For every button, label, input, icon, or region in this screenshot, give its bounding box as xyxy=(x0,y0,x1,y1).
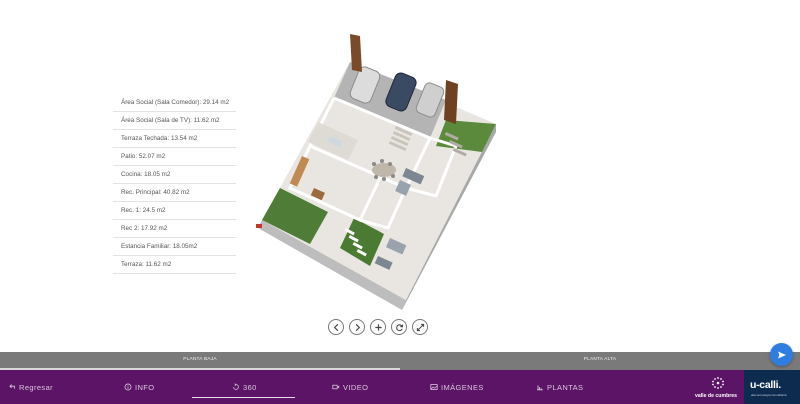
back-button[interactable]: Regresar xyxy=(8,370,53,404)
refresh-icon xyxy=(395,323,403,331)
nav-images[interactable]: IMÁGENES xyxy=(430,370,484,404)
rotate-right-button[interactable] xyxy=(349,319,365,335)
area-item: Terraza: 11.62 m2 xyxy=(113,256,236,274)
area-item: Rec. Principal: 40.82 m2 xyxy=(113,184,236,202)
nav-video-label: VIDEO xyxy=(343,382,369,392)
nav-info-label: INFO xyxy=(135,382,155,392)
area-item: Estancia Familiar: 18.05m2 xyxy=(113,238,236,256)
chevron-right-icon xyxy=(355,323,360,331)
mountain-mark-icon xyxy=(712,377,724,389)
chevron-left-icon xyxy=(333,323,338,331)
area-item: Cocina: 18.05 m2 xyxy=(113,166,236,184)
valle-de-cumbres-logo: valle de cumbres xyxy=(690,374,742,402)
nav-video[interactable]: VIDEO xyxy=(332,370,368,404)
viewer-stage: Área Social (Sala Comedor): 29.14 m2 Áre… xyxy=(0,0,800,352)
ucalli-tagline: alta tecnología inmobiliaria xyxy=(751,393,787,397)
rotate-360-icon xyxy=(233,383,239,390)
tab-planta-alta[interactable]: PLANTA ALTA xyxy=(400,352,800,370)
area-item: Patio: 52.07 m2 xyxy=(113,148,236,166)
area-item: Terraza Techada: 13.54 m2 xyxy=(113,130,236,148)
rotate-left-button[interactable] xyxy=(328,319,344,335)
nav-info[interactable]: INFO xyxy=(124,370,155,404)
zoom-in-button[interactable] xyxy=(370,319,386,335)
area-list: Área Social (Sala Comedor): 29.14 m2 Áre… xyxy=(113,94,236,274)
ucalli-wordmark: u-calli. xyxy=(750,379,781,391)
area-item: Rec. 1: 24.5 m2 xyxy=(113,202,236,220)
send-button[interactable] xyxy=(770,343,793,366)
floor-tabs: PLANTA BAJA PLANTA ALTA xyxy=(0,352,800,370)
back-label: Regresar xyxy=(19,382,54,392)
back-arrow-icon xyxy=(9,384,15,389)
floor-plan-render[interactable] xyxy=(250,28,500,310)
area-item: Área Social (Sala Comedor): 29.14 m2 xyxy=(113,94,236,112)
nav-images-label: IMÁGENES xyxy=(441,382,484,392)
expand-icon xyxy=(416,323,424,331)
valle-de-cumbres-text: valle de cumbres xyxy=(694,393,738,399)
plus-icon xyxy=(374,323,382,331)
info-icon xyxy=(124,383,132,391)
nav-plans[interactable]: PLANTAS xyxy=(536,370,583,404)
bottom-nav: Regresar INFO 360 VIDEO IMÁGENES PLANTAS xyxy=(0,370,800,404)
nav-360-label: 360 xyxy=(243,382,257,392)
area-item: Área Social (Sala de TV): 11.62 m2 xyxy=(113,112,236,130)
reset-view-button[interactable] xyxy=(391,319,407,335)
area-item: Rec 2: 17.92 m2 xyxy=(113,220,236,238)
image-icon xyxy=(430,384,438,390)
nav-360[interactable]: 360 xyxy=(192,370,295,404)
video-icon xyxy=(332,384,340,390)
viewer-controls xyxy=(328,319,428,335)
tab-planta-baja[interactable]: PLANTA BAJA xyxy=(0,352,400,370)
bar-chart-icon xyxy=(537,385,543,391)
fullscreen-button[interactable] xyxy=(412,319,428,335)
nav-plans-label: PLANTAS xyxy=(547,382,584,392)
ucalli-logo: u-calli. alta tecnología inmobiliaria xyxy=(744,370,800,404)
send-icon xyxy=(777,351,786,358)
